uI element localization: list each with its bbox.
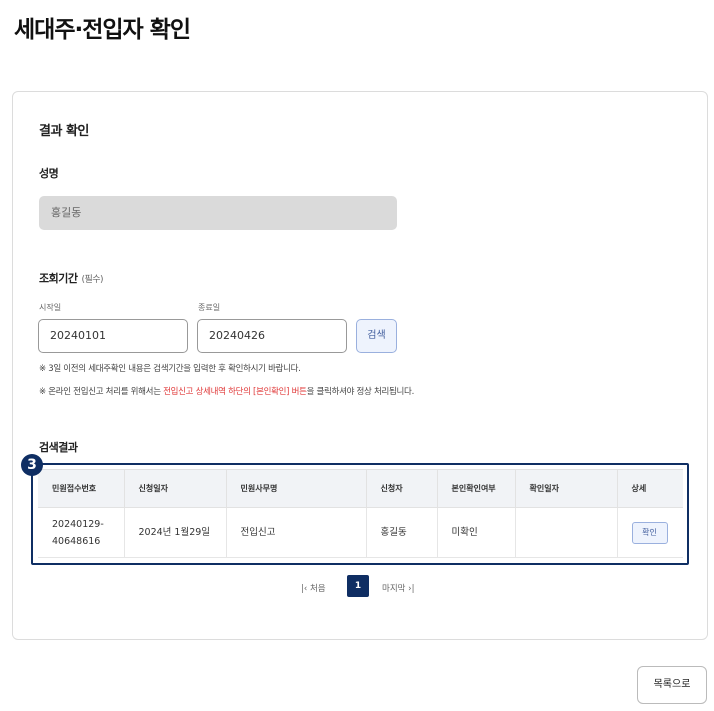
required-hint: (필수) — [81, 275, 104, 285]
first-page-label: 처음 — [309, 584, 326, 594]
annotation-marker: 3 — [21, 454, 43, 476]
note-search-period: ※ 3일 이전의 세대주확인 내용은 검색기간을 입력한 후 확인하시기 바랍니… — [39, 364, 301, 374]
pagination-current-page[interactable]: 1 — [347, 575, 369, 597]
last-page-label: 마지막 — [382, 584, 406, 594]
highlight-box — [31, 463, 689, 565]
end-date-label: 종료일 — [198, 303, 221, 312]
pagination-first[interactable]: |‹ 처음 — [301, 582, 326, 594]
note2-post: 을 클릭하셔야 정상 처리됩니다. — [306, 387, 415, 397]
name-label: 성명 — [39, 167, 59, 180]
pagination-last[interactable]: 마지막 ›| — [382, 582, 414, 594]
name-field: 홍길동 — [39, 196, 397, 230]
end-date-input[interactable]: 20240426 — [197, 319, 347, 353]
section-title: 결과 확인 — [39, 124, 89, 139]
last-page-icon: ›| — [408, 584, 415, 594]
note-online-move-in: ※ 온라인 전입신고 처리를 위해서는 전입신고 상세내역 하단의 [본인확인]… — [39, 385, 414, 397]
page-title: 세대주·전입자 확인 — [14, 17, 191, 43]
period-label-text: 조회기간 — [39, 272, 78, 285]
back-to-list-button[interactable]: 목록으로 — [637, 666, 707, 704]
start-date-label: 시작일 — [39, 303, 62, 312]
note2-highlight: 전입신고 상세내역 하단의 [본인확인] 버튼 — [163, 387, 307, 397]
first-page-icon: |‹ — [301, 584, 308, 594]
period-label: 조회기간 (필수) — [39, 270, 104, 286]
note2-pre: ※ 온라인 전입신고 처리를 위해서는 — [39, 387, 164, 397]
search-results-title: 검색결과 — [39, 441, 78, 454]
start-date-input[interactable]: 20240101 — [38, 319, 188, 353]
search-button[interactable]: 검색 — [356, 319, 397, 353]
